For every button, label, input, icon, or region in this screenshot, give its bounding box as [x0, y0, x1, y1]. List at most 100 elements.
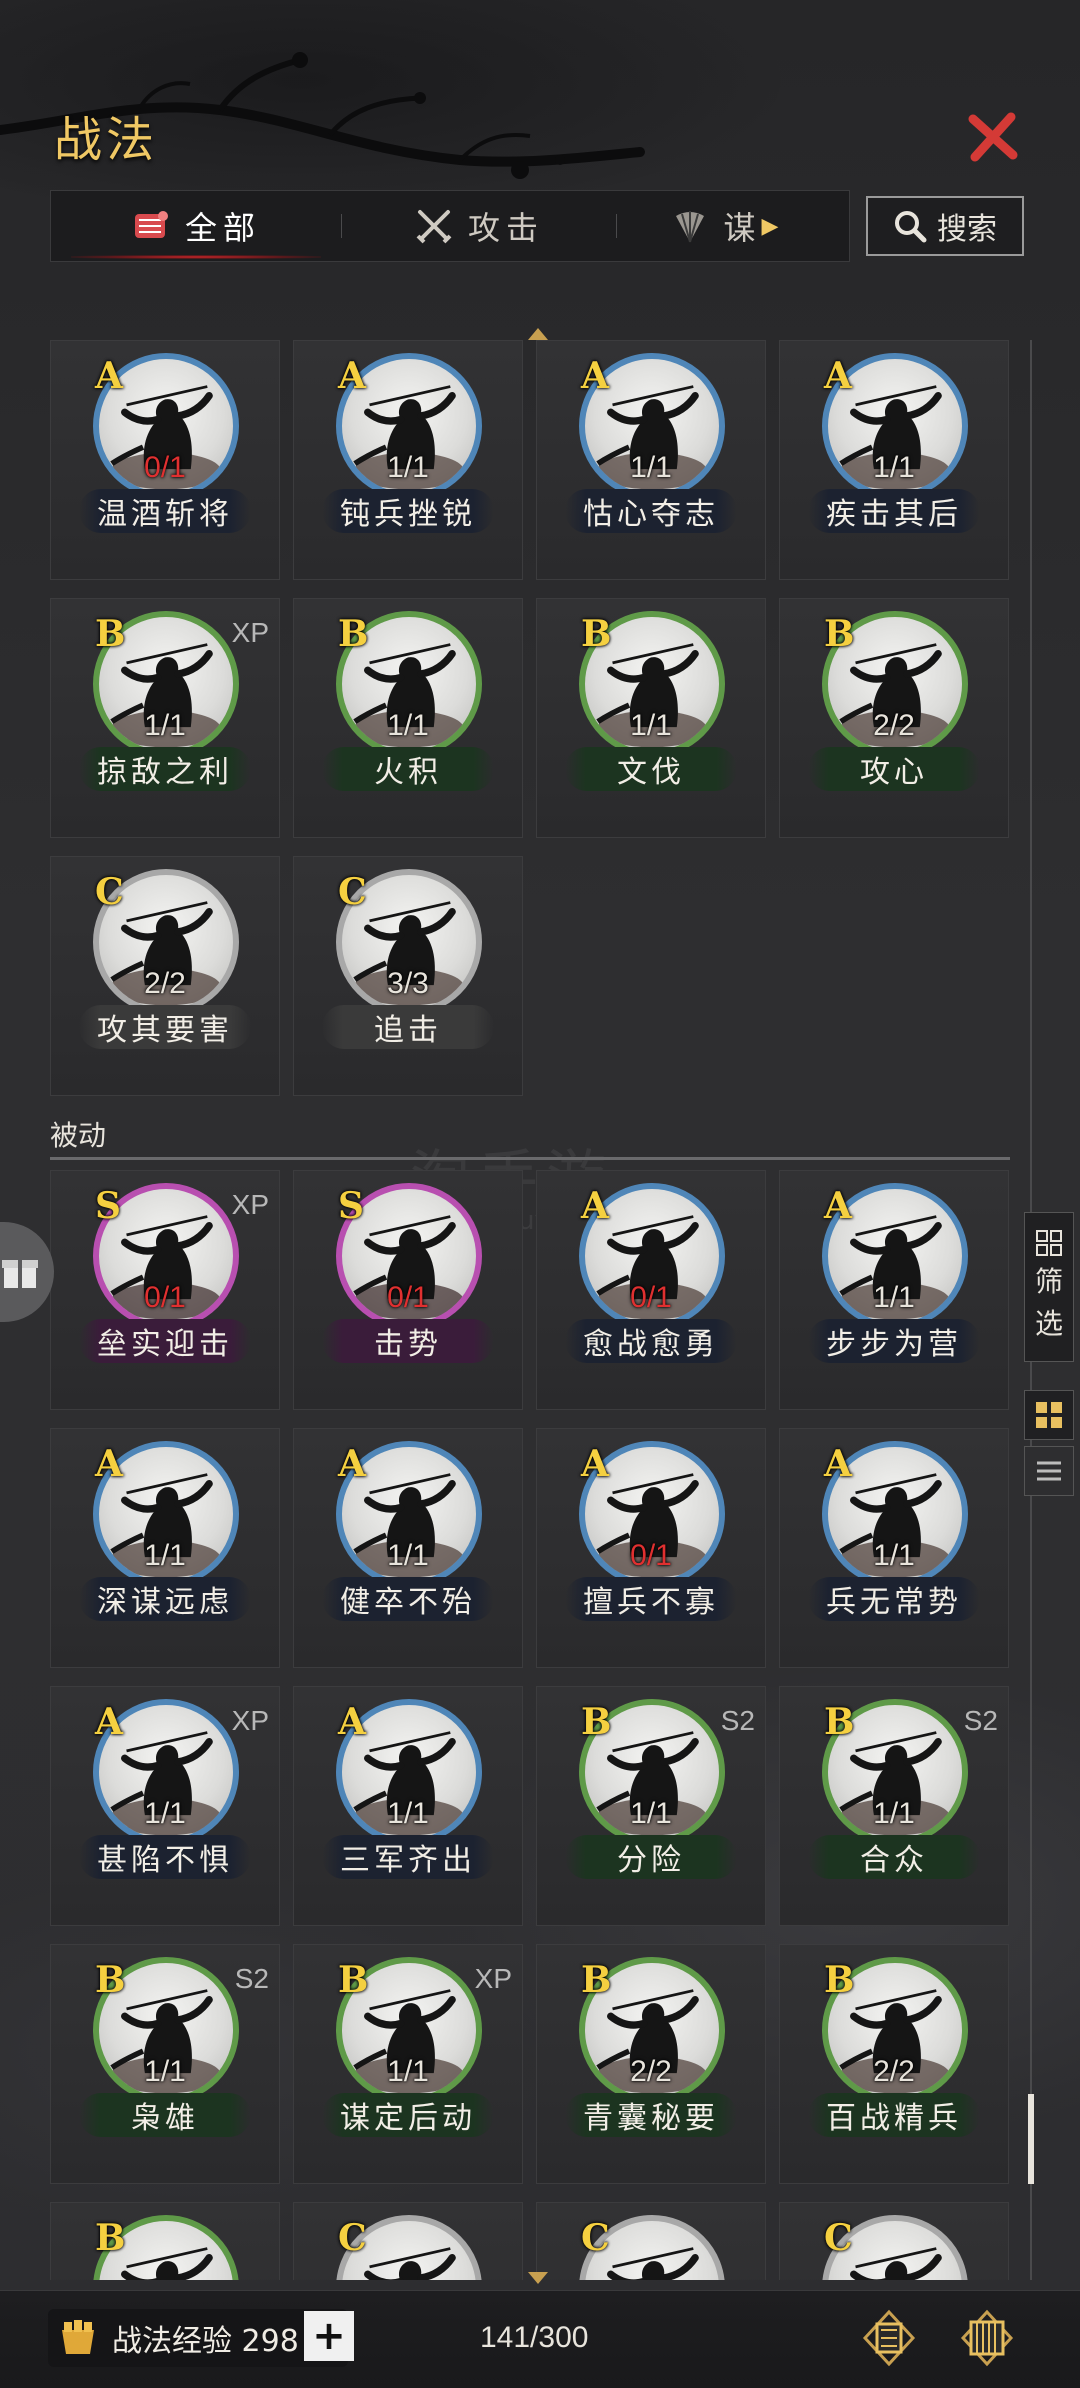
- skill-card[interactable]: A 1/1 兵无常势: [779, 1428, 1009, 1668]
- tab-attack[interactable]: 攻击: [342, 191, 616, 261]
- skill-grade: B: [581, 1959, 612, 2001]
- skill-name: 攻心: [808, 747, 980, 791]
- skill-name: 谋定后动: [322, 2093, 494, 2137]
- skill-count: 1/1: [387, 1539, 429, 1572]
- skill-tag-badge: XP: [231, 617, 269, 648]
- skill-card[interactable]: B 2/2 青囊秘要: [536, 1944, 766, 2184]
- skill-grade: B: [824, 1701, 855, 1743]
- skill-card[interactable]: B 1/1 火积: [293, 598, 523, 838]
- skill-grade: B: [338, 613, 369, 655]
- exp-fist-icon: [62, 2320, 94, 2354]
- skill-count: 1/1: [873, 1797, 915, 1830]
- skill-grade: C: [338, 2217, 367, 2259]
- bamboo-scroll-icon: [960, 2309, 1014, 2367]
- skill-card[interactable]: S XP 0/1 垒实迎击: [50, 1170, 280, 1410]
- skill-name: 掠敌之利: [79, 747, 251, 791]
- skill-card[interactable]: C 3/3 追击: [293, 856, 523, 1096]
- skill-tag-badge: S2: [720, 1705, 755, 1736]
- search-label: 搜索: [937, 212, 997, 247]
- skill-count: 0/1: [630, 1281, 672, 1314]
- passive-section-title: 被动: [50, 1119, 107, 1152]
- skill-count: 1/1: [387, 2055, 429, 2088]
- skill-name: 甚陷不惧: [79, 1835, 251, 1879]
- skill-card[interactable]: A 1/1 深谋远虑: [50, 1428, 280, 1668]
- skill-grade: A: [581, 355, 609, 397]
- skill-card[interactable]: B 2/2 百战精兵: [779, 1944, 1009, 2184]
- skill-count: 1/1: [144, 1797, 186, 1830]
- passive-skill-grid: S XP 0/1 垒实迎击 S 0/1 击势 A 0/1 愈战愈勇 A 1/1 步步为营 A 1/1 深谋远虑…: [50, 1170, 1010, 2280]
- filter-button[interactable]: 筛 选: [1024, 1212, 1074, 1362]
- skill-card[interactable]: A 1/1 怙心夺志: [536, 340, 766, 580]
- skill-name: 钝兵挫锐: [322, 489, 494, 533]
- tab-all[interactable]: 全部: [51, 191, 341, 261]
- skill-card[interactable]: B S2 1/1 分险: [536, 1686, 766, 1926]
- skill-card[interactable]: B XP 1/1 掠敌之利: [50, 598, 280, 838]
- skill-card[interactable]: S 0/1 击势: [293, 1170, 523, 1410]
- skill-card[interactable]: B S2 1/1 枭雄: [50, 1944, 280, 2184]
- skill-card[interactable]: B 1/1 文伐: [536, 598, 766, 838]
- skill-card[interactable]: B 2/2 攻心: [779, 598, 1009, 838]
- skill-card[interactable]: B: [50, 2202, 280, 2280]
- skill-list[interactable]: A 0/1 温酒斩将 A 1/1 钝兵挫锐 A 1/1 怙心夺志 A 1/1 疾击其后 B XP 1/1 掠敌…: [50, 340, 1010, 2280]
- skill-grade: S: [338, 1185, 364, 1227]
- skill-grade: A: [338, 1701, 366, 1743]
- skill-grade: A: [824, 1185, 852, 1227]
- skill-card[interactable]: C: [779, 2202, 1009, 2280]
- skill-name: 合众: [808, 1835, 980, 1879]
- skill-count: 1/1: [630, 709, 672, 742]
- scroll-down-arrow-icon: [528, 2272, 548, 2284]
- skill-card[interactable]: C: [293, 2202, 523, 2280]
- tab-scroll-right-icon[interactable]: ▶: [762, 214, 785, 239]
- scrollbar-thumb[interactable]: [1028, 2094, 1034, 2184]
- skill-card[interactable]: A 0/1 愈战愈勇: [536, 1170, 766, 1410]
- skill-grade: C: [338, 871, 367, 913]
- skill-grade: B: [95, 613, 126, 655]
- skill-name: 三军齐出: [322, 1835, 494, 1879]
- skill-card[interactable]: A 1/1 步步为营: [779, 1170, 1009, 1410]
- skill-card[interactable]: A 1/1 健卒不殆: [293, 1428, 523, 1668]
- skill-count: 2/2: [630, 2055, 672, 2088]
- skill-card[interactable]: B XP 1/1 谋定后动: [293, 1944, 523, 2184]
- skill-book-button[interactable]: [856, 2305, 922, 2371]
- skill-grade: C: [95, 871, 124, 913]
- grid-view-button[interactable]: [1024, 1390, 1074, 1440]
- skill-card[interactable]: A 0/1 温酒斩将: [50, 340, 280, 580]
- skill-count: 1/1: [144, 1539, 186, 1572]
- skill-grade: A: [338, 355, 366, 397]
- tab-strategy[interactable]: 谋 ▶: [617, 191, 837, 261]
- skill-card[interactable]: C: [536, 2202, 766, 2280]
- skill-name: 步步为营: [808, 1319, 980, 1363]
- skill-count: 1/1: [873, 1539, 915, 1572]
- floating-assist-button[interactable]: [0, 1222, 54, 1322]
- close-button[interactable]: [962, 106, 1024, 168]
- skill-card[interactable]: C 2/2 攻其要害: [50, 856, 280, 1096]
- skill-scroll-button[interactable]: [954, 2305, 1020, 2371]
- skill-card[interactable]: A 0/1 擅兵不寡: [536, 1428, 766, 1668]
- skill-name: 火积: [322, 747, 494, 791]
- skill-count: 2/2: [873, 2055, 915, 2088]
- list-view-icon: [1037, 1461, 1061, 1481]
- skill-count: 1/1: [144, 2055, 186, 2088]
- skill-grade: C: [581, 2217, 610, 2259]
- skill-card[interactable]: A XP 1/1 甚陷不惧: [50, 1686, 280, 1926]
- skill-card[interactable]: A 1/1 钝兵挫锐: [293, 340, 523, 580]
- skill-card[interactable]: B S2 1/1 合众: [779, 1686, 1009, 1926]
- skill-name: 击势: [322, 1319, 494, 1363]
- skill-exp-display: 战法经验 298: [48, 2309, 348, 2367]
- list-view-button[interactable]: [1024, 1446, 1074, 1496]
- skill-count: 0/1: [630, 1539, 672, 1572]
- filter-grid-icon: [1036, 1230, 1062, 1256]
- skill-count: 3/3: [387, 967, 429, 1000]
- skill-count: 1/1: [630, 1797, 672, 1830]
- skill-card[interactable]: A 1/1 疾击其后: [779, 340, 1009, 580]
- skill-card[interactable]: A 1/1 三军齐出: [293, 1686, 523, 1926]
- search-icon: [895, 211, 927, 243]
- feather-fan-icon: [670, 206, 710, 246]
- search-button[interactable]: 搜索: [866, 196, 1024, 256]
- skill-tag-badge: XP: [231, 1705, 269, 1736]
- skill-count: 1/1: [873, 1281, 915, 1314]
- skill-count: 2/2: [873, 709, 915, 742]
- gift-box-icon: [2, 1260, 38, 1288]
- skill-tag-badge: S2: [234, 1963, 269, 1994]
- add-exp-button[interactable]: +: [304, 2311, 354, 2361]
